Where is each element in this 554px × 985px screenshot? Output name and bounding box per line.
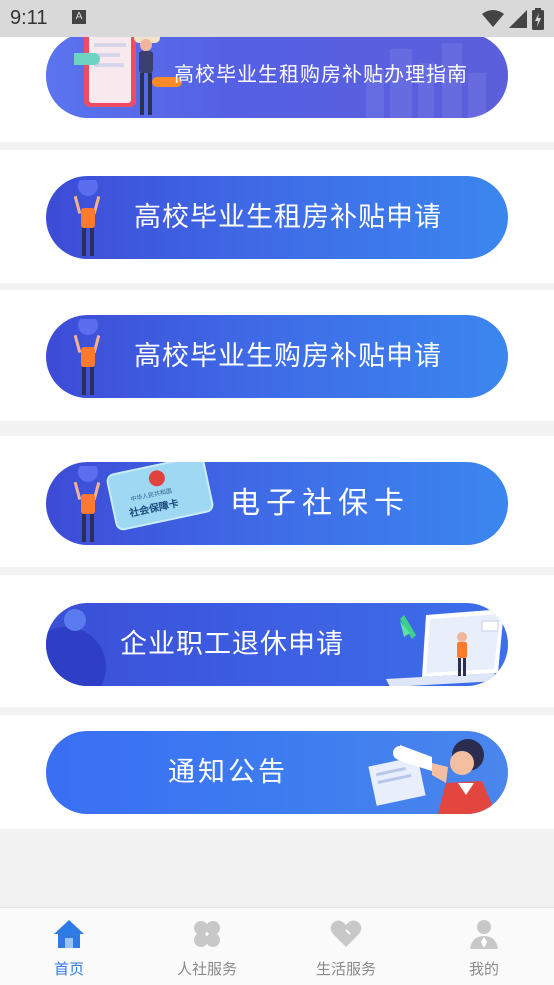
tab-label: 我的: [468, 960, 499, 978]
person-raising-hand-illustration: [73, 180, 101, 256]
bottom-tab-bar: 首页 人社服务 生活服务 我的: [0, 907, 554, 985]
battery-icon: [532, 8, 544, 30]
announcer-illustration: [368, 739, 496, 814]
banner-rent-subsidy[interactable]: 高校毕业生租房补贴申请: [46, 176, 508, 259]
heart-icon: [330, 920, 362, 947]
home-icon: [54, 920, 84, 948]
banner-label: 高校毕业生租房补贴申请: [134, 202, 442, 233]
banner-electronic-social-security-card[interactable]: 中华人民共和国 社会保障卡 电子社保卡: [46, 462, 508, 545]
decorative-circle: [46, 627, 106, 686]
tab-life-services[interactable]: 生活服务: [277, 908, 415, 985]
card-social-security: 中华人民共和国 社会保障卡 电子社保卡: [0, 436, 554, 567]
banner-label: 企业职工退休申请: [120, 629, 344, 660]
home-content: 高校毕业生租购房补贴办理指南 高校毕业生租房补贴申请 高校毕业生购房补贴申请 中…: [0, 37, 554, 907]
card-notice: 通知公告: [0, 715, 554, 829]
banner-enterprise-retirement[interactable]: 企业职工退休申请: [46, 603, 508, 686]
emblem-icon: [147, 468, 167, 488]
banner-subsidy-guide[interactable]: 高校毕业生租购房补贴办理指南: [46, 37, 508, 118]
notification-icon: A: [72, 10, 86, 24]
tab-label: 人社服务: [176, 960, 237, 978]
banner-notices[interactable]: 通知公告: [46, 731, 508, 814]
status-time: 9:11: [10, 7, 48, 29]
signal-icon: [509, 10, 527, 28]
tab-social-services[interactable]: 人社服务: [138, 908, 276, 985]
social-security-card-image: 中华人民共和国 社会保障卡: [105, 462, 215, 532]
decorative-circle: [64, 609, 86, 631]
banner-label: 高校毕业生购房补贴申请: [134, 341, 442, 372]
person-raising-hand-illustration: [73, 466, 101, 542]
card-purchase-subsidy: 高校毕业生购房补贴申请: [0, 290, 554, 421]
clover-icon: [194, 921, 220, 947]
tab-label: 生活服务: [315, 960, 376, 978]
person-raising-hand-illustration: [73, 319, 101, 395]
card-retirement: 企业职工退休申请: [0, 575, 554, 707]
card-guide: 高校毕业生租购房补贴办理指南: [0, 37, 554, 142]
tab-home[interactable]: 首页: [0, 908, 138, 985]
banner-label: 电子社保卡: [230, 486, 410, 521]
card-rent-subsidy: 高校毕业生租房补贴申请: [0, 150, 554, 283]
status-icons: [482, 8, 544, 30]
status-bar: 9:11 A: [0, 0, 554, 37]
tab-label: 首页: [53, 960, 84, 978]
banner-purchase-subsidy[interactable]: 高校毕业生购房补贴申请: [46, 315, 508, 398]
banner-label: 通知公告: [168, 757, 288, 788]
laptop-illustration: [386, 609, 504, 686]
wifi-icon: [482, 10, 504, 27]
banner-label: 高校毕业生租购房补贴办理指南: [174, 62, 468, 86]
person-icon: [470, 920, 498, 949]
tab-profile[interactable]: 我的: [415, 908, 553, 985]
